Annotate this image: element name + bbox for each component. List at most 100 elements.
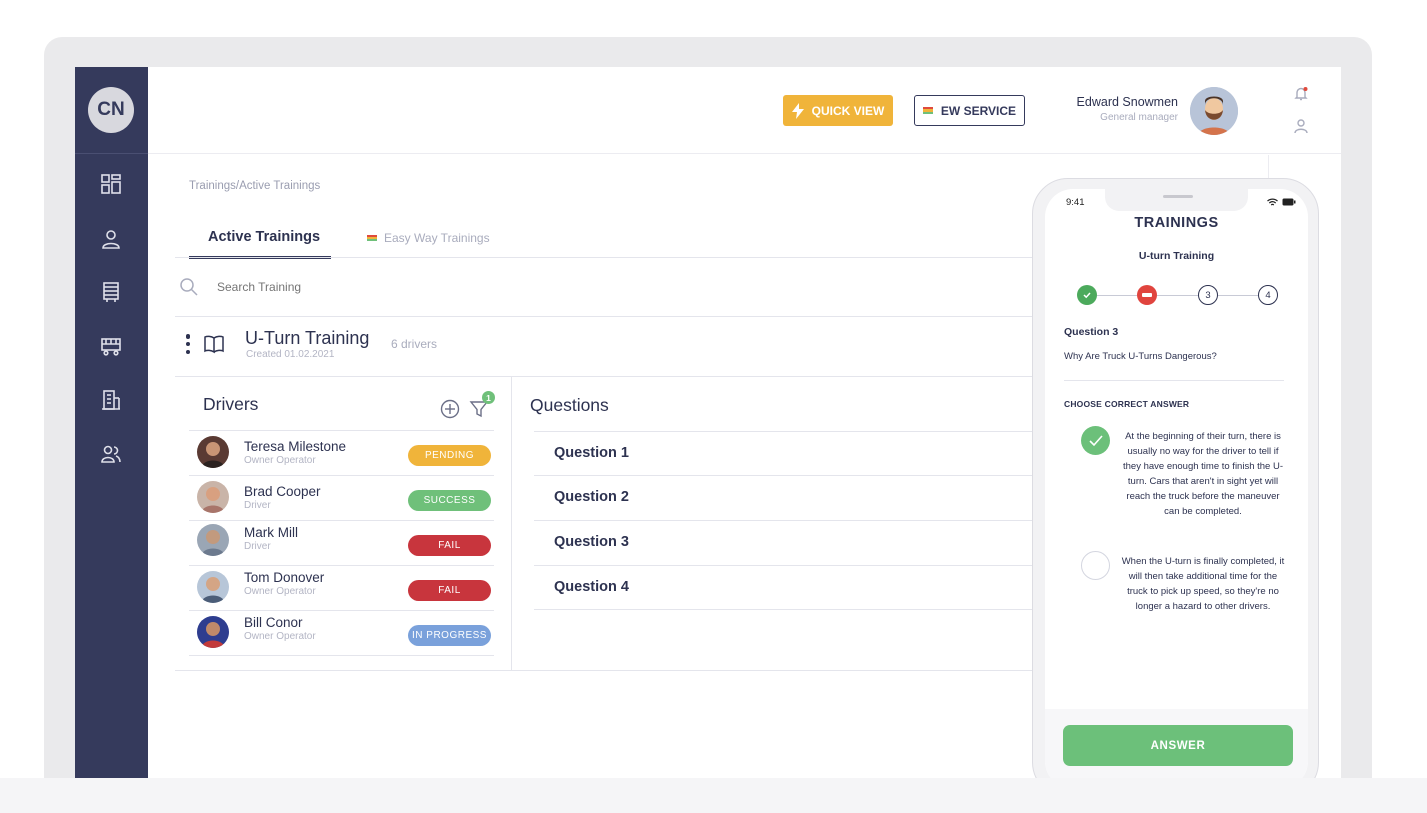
tab-easy-way-trainings[interactable]: Easy Way Trainings [367,231,490,245]
more-options-icon[interactable] [185,334,191,354]
question-row[interactable]: Question 3 [534,520,1035,564]
ew-service-label: EW SERVICE [940,103,1017,118]
book-icon [203,333,225,355]
status-badge: FAIL [408,535,491,556]
status-badge: IN PROGRESS [408,625,491,646]
step-failed-icon[interactable] [1137,285,1157,305]
question-label: Question 4 [554,579,629,595]
step-done-icon[interactable] [1077,285,1097,305]
profile-icon[interactable] [1293,118,1309,134]
answer-selected-check-icon[interactable] [1081,426,1110,455]
driver-name: Bill Conor [244,615,303,630]
driver-avatar [197,436,229,468]
step-number[interactable]: 4 [1258,285,1278,305]
driver-row[interactable]: Tom Donover Owner Operator FAIL [189,565,494,610]
filter-count-badge: 1 [482,391,495,404]
quick-view-label: QUICK VIEW [811,103,885,118]
flag-icon [922,107,933,114]
question-row[interactable]: Question 1 [534,431,1035,475]
questions-panel: Questions Question 1 Question 2 Question… [512,377,1035,670]
driver-name: Brad Cooper [244,484,321,499]
ew-service-button[interactable]: EW SERVICE [914,95,1025,126]
driver-role: Driver [244,541,271,552]
driver-row[interactable]: Mark Mill Driver FAIL [189,520,494,565]
users-icon[interactable] [99,442,123,466]
user-icon[interactable] [99,227,123,251]
driver-avatar [197,616,229,648]
drivers-title: Drivers [203,394,259,414]
answer-option[interactable]: At the beginning of their turn, there is… [1118,429,1288,519]
content-bottom-divider [175,670,1035,671]
breadcrumb[interactable]: Trainings/Active Trainings [189,180,320,192]
question-label: Question 3 [554,534,629,550]
question-label: Question 1 [554,445,629,461]
add-driver-icon[interactable] [440,399,460,419]
truck-icon[interactable] [99,334,123,358]
phone-notch [1105,189,1248,211]
phone-mockup: 9:41 TRAININGS U-turn Training 3 4 Quest… [1032,178,1319,778]
driver-row[interactable]: Brad Cooper Driver SUCCESS [189,475,494,520]
phone-speaker [1163,195,1193,198]
phone-screen: 9:41 TRAININGS U-turn Training 3 4 Quest… [1045,189,1308,778]
phone-title: TRAININGS [1134,215,1219,231]
driver-avatar [197,571,229,603]
phone-time: 9:41 [1066,197,1085,208]
status-badge: SUCCESS [408,490,491,511]
stepper-line [1218,295,1258,296]
training-drivers-count: 6 drivers [391,337,438,351]
phone-subtitle: U-turn Training [1138,250,1215,262]
driver-role: Owner Operator [244,455,316,466]
quick-view-button[interactable]: QUICK VIEW [783,95,893,126]
dashboard-icon[interactable] [99,172,123,196]
tabs-divider [175,257,1035,258]
answer-option[interactable]: When the U-turn is finally completed, it… [1118,554,1288,614]
driver-name: Teresa Milestone [244,439,347,454]
tab-active-trainings[interactable]: Active Trainings [208,229,320,245]
flag-icon [367,234,377,242]
list-divider [189,655,494,656]
status-badge: FAIL [408,580,491,601]
stepper-line [1157,295,1198,296]
avatar[interactable] [1190,87,1238,135]
lightning-icon [791,102,804,119]
phone-question-text: Why Are Truck U-Turns Dangerous? [1064,351,1217,362]
question-row[interactable]: Question 4 [534,565,1035,609]
question-row[interactable]: Question 2 [534,475,1035,519]
logo[interactable]: CN [88,87,134,133]
wifi-icon [1267,198,1278,205]
bell-icon[interactable] [1293,86,1309,102]
answer-radio[interactable] [1081,551,1110,580]
driver-avatar [197,524,229,556]
driver-name: Tom Donover [244,570,325,585]
training-title: U-Turn Training [245,328,370,348]
questions-title: Questions [530,395,609,415]
status-badge: PENDING [408,445,491,466]
driver-role: Owner Operator [244,631,316,642]
driver-row[interactable]: Teresa Milestone Owner Operator PENDING [189,430,494,475]
phone-divider [1064,380,1284,381]
phone-question-label: Question 3 [1064,326,1119,338]
choose-answer-label: CHOOSE CORRECT ANSWER [1064,399,1190,409]
page-footer-band [0,778,1427,813]
user-name: Edward Snowmen [1076,95,1178,109]
logo-area: CN [75,67,148,154]
search-icon [179,277,199,297]
building-icon[interactable] [99,388,123,412]
trailer-icon[interactable] [99,280,123,304]
list-divider [534,609,1035,610]
user-role: General manager [1100,112,1178,123]
sidebar: CN [75,67,148,778]
step-number[interactable]: 3 [1198,285,1218,305]
search-input[interactable] [217,280,817,294]
driver-role: Driver [244,500,271,511]
battery-icon [1282,198,1296,206]
driver-avatar [197,481,229,513]
answer-button[interactable]: ANSWER [1063,725,1293,766]
phone-status-icons [1267,197,1297,207]
question-label: Question 2 [554,489,629,505]
stepper-line [1097,295,1137,296]
training-created-date: Created 01.02.2021 [246,349,335,360]
driver-row[interactable]: Bill Conor Owner Operator IN PROGRESS [189,610,494,655]
top-bar: QUICK VIEW EW SERVICE Edward Snowmen Gen… [148,67,1341,154]
app-screen: CN QUICK VIEW EW SERVICE Edward Snowmen … [75,67,1341,778]
